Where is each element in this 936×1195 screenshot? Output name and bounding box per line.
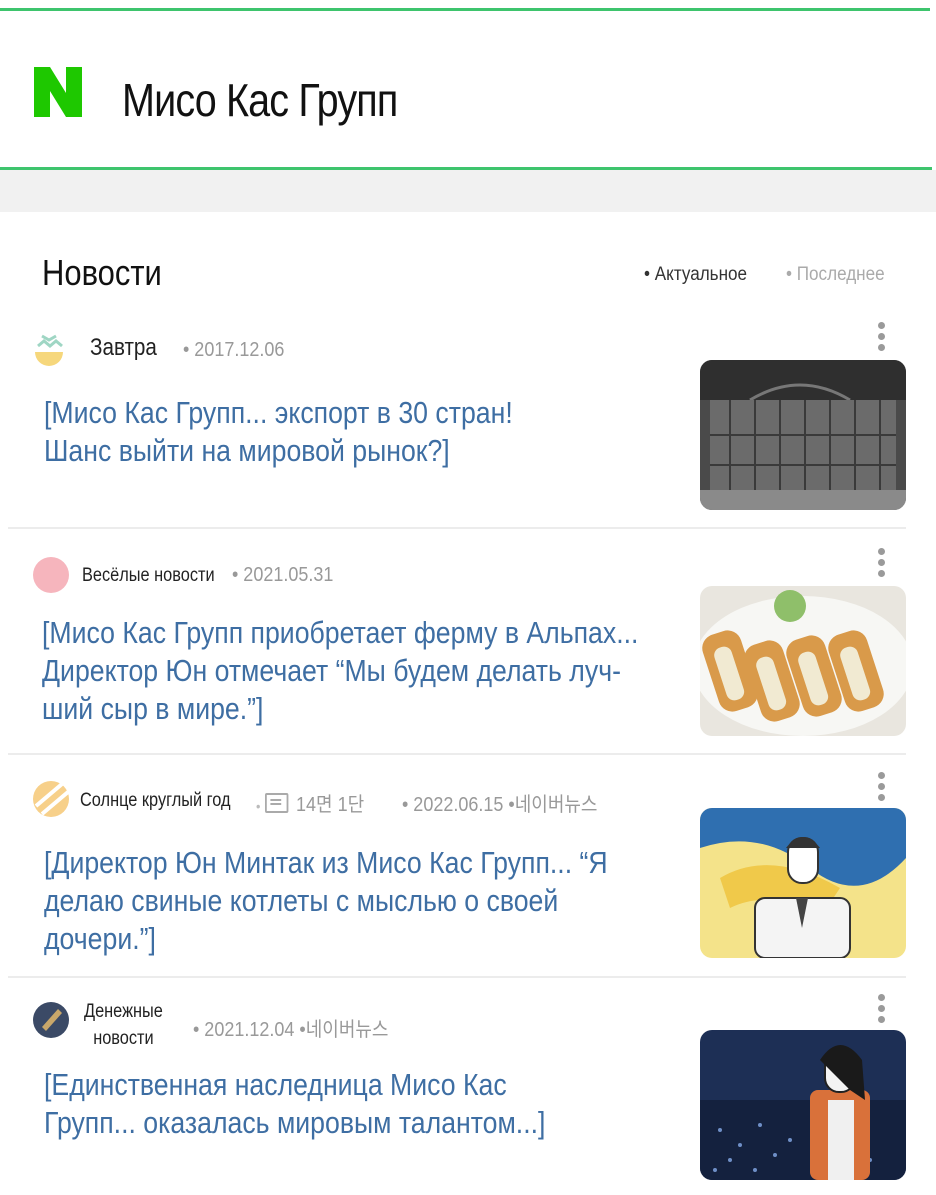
navy-circle-icon	[33, 1002, 69, 1038]
item-divider	[8, 527, 906, 529]
more-options-icon[interactable]	[878, 994, 886, 1024]
news-source[interactable]: Весёлые новости	[82, 565, 215, 587]
sort-latest[interactable]: • Последнее	[786, 264, 885, 286]
news-headline[interactable]: [Мисо Кас Групп приобретает ферму в Альп…	[42, 614, 661, 728]
more-options-icon[interactable]	[878, 322, 886, 352]
page-title: Мисо Кас Групп	[122, 74, 398, 126]
city-night-thumbnail[interactable]	[700, 1030, 906, 1180]
news-source[interactable]: Завтра	[90, 334, 157, 362]
news-source[interactable]: Солнце круглый год	[80, 790, 231, 812]
building-thumbnail[interactable]	[700, 360, 906, 510]
news-meta: • 2021.05.31	[232, 564, 334, 586]
news-meta-paper: • 14면 1단	[256, 793, 365, 816]
item-divider	[8, 976, 906, 978]
header: Мисо Кас Групп	[0, 11, 930, 168]
sun-cloud-icon	[31, 331, 67, 367]
news-headline[interactable]: [Единственная наследница Мисо Кас Групп.…	[44, 1066, 663, 1142]
more-options-icon[interactable]	[878, 772, 886, 802]
news-meta: • 2021.12.04 •네이버뉴스	[193, 1019, 389, 1041]
section-gap	[0, 170, 936, 212]
sort-relevance[interactable]: • Актуальное	[644, 264, 747, 286]
pink-circle-icon	[33, 557, 69, 593]
food-thumbnail[interactable]	[700, 586, 906, 736]
item-divider	[8, 753, 906, 755]
section-title: Новости	[42, 252, 162, 293]
news-source[interactable]: Денежные новости	[84, 998, 163, 1052]
news-meta: • 2022.06.15 •네이버뉴스	[402, 794, 598, 816]
director-thumbnail[interactable]	[700, 808, 906, 958]
news-headline[interactable]: [Мисо Кас Групп... экспорт в 30 стран! Ш…	[44, 394, 663, 470]
more-options-icon[interactable]	[878, 548, 886, 578]
news-meta: • 2017.12.06	[183, 339, 285, 361]
news-headline[interactable]: [Директор Юн Минтак из Мисо Кас Групп...…	[44, 844, 663, 958]
newspaper-icon	[265, 793, 289, 813]
naver-logo-icon[interactable]	[30, 63, 86, 121]
sun-stripe-icon	[33, 781, 70, 817]
